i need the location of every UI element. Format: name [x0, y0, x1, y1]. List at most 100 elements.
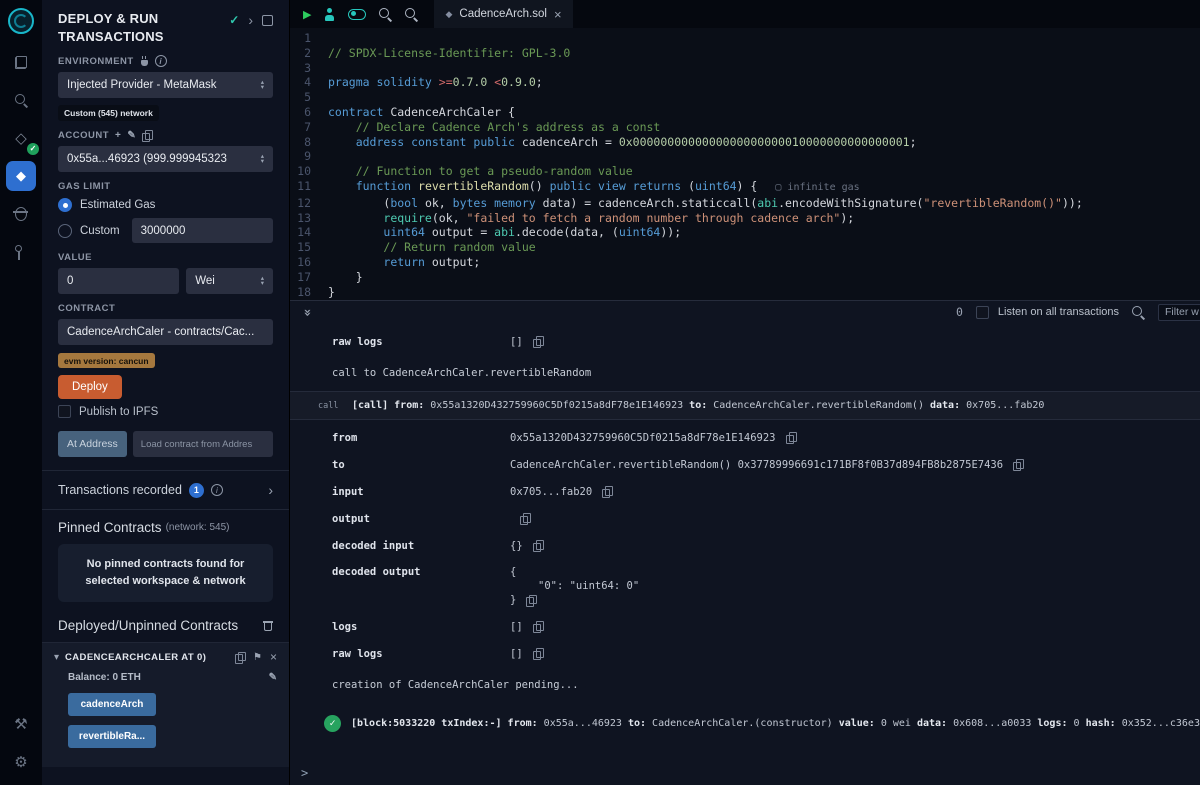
gas-custom-input[interactable]: 3000000	[132, 218, 273, 243]
line-number: 14	[290, 225, 328, 240]
terminal-row-kvblock: decoded output{"0": "uint64: 0"}	[332, 559, 1200, 613]
publish-ipfs-option[interactable]: Publish to IPFS	[58, 405, 273, 418]
value-unit-select[interactable]: Wei ▴▾	[186, 268, 273, 294]
code-line: 13 require(ok, "failed to fetch a random…	[290, 211, 1200, 226]
gas-custom-option[interactable]: Custom 3000000	[58, 218, 273, 243]
line-number: 16	[290, 255, 328, 270]
copy-icon[interactable]	[533, 540, 543, 551]
radio-selected-icon[interactable]	[58, 198, 72, 212]
deploy-run-icon[interactable]: ◆	[6, 161, 36, 191]
copy-account-icon[interactable]	[142, 130, 152, 141]
plug-icon[interactable]	[140, 56, 149, 66]
zoom-in-icon[interactable]	[405, 8, 418, 21]
pin-icon[interactable]: ⚑	[253, 652, 262, 663]
contract-select[interactable]: CadenceArchCaler - contracts/Cac...	[58, 319, 273, 345]
terminal-key: input	[332, 486, 510, 498]
transactions-recorded-row[interactable]: Transactions recorded 1 i ›	[58, 471, 273, 509]
code-text: uint64 output = abi.decode(data, (uint64…	[328, 225, 681, 240]
trash-icon[interactable]	[263, 620, 273, 631]
account-select[interactable]: 0x55a...46923 (999.999945323 ▴▾	[58, 146, 273, 172]
radio-unselected-icon[interactable]	[58, 224, 72, 238]
code-text: }	[328, 270, 363, 285]
value-input[interactable]: 0	[58, 268, 179, 294]
terminal-filter-input[interactable]	[1158, 304, 1200, 321]
contract-label: CONTRACT	[58, 303, 115, 314]
terminal-row-block[interactable]: ✓[block:5033220 txIndex:-] from: 0x55a..…	[324, 715, 1200, 732]
terminal-prompt[interactable]: >	[301, 766, 308, 780]
panel-check-icon: ✓	[229, 13, 239, 27]
terminal-key: from	[332, 432, 510, 444]
copy-icon[interactable]	[786, 432, 796, 443]
solidity-compiler-icon[interactable]: ◇✓	[6, 123, 36, 153]
terminal-message: call to CadenceArchCaler.revertibleRando…	[332, 367, 591, 379]
search-icon[interactable]	[6, 85, 36, 115]
plugin-manager-icon[interactable]	[6, 237, 36, 267]
settings-icon[interactable]: ⚙	[6, 747, 36, 777]
tab-close-icon[interactable]: ×	[554, 8, 562, 21]
copy-icon[interactable]	[533, 621, 543, 632]
terminal-row-kv: input0x705...fab20	[332, 478, 1200, 505]
tab-cadencearch-sol[interactable]: ◆ CadenceArch.sol ×	[434, 0, 572, 28]
copy-icon[interactable]	[533, 648, 543, 659]
deploy-button[interactable]: Deploy	[58, 375, 122, 399]
remix-logo[interactable]	[8, 8, 34, 34]
line-number: 8	[290, 135, 328, 150]
environment-select[interactable]: Injected Provider - MetaMask ▴▾	[58, 72, 273, 98]
terminal-search-icon[interactable]	[1132, 306, 1145, 319]
remix-ide-window: ◇✓ ◆ ⚒ ⚙ DEPLOY & RUN TRANSACTIONS ✓ › E…	[0, 0, 1200, 785]
gas-estimated-option[interactable]: Estimated Gas	[58, 198, 273, 212]
zoom-out-icon[interactable]	[379, 8, 392, 21]
transactions-info-icon[interactable]: i	[211, 484, 223, 496]
terminal-value: []	[510, 648, 523, 660]
code-text: contract CadenceArchCaler {	[328, 105, 515, 120]
listen-checkbox[interactable]	[976, 306, 989, 319]
activity-bar: ◇✓ ◆ ⚒ ⚙	[0, 0, 42, 785]
balance-label: Balance: 0 ETH	[68, 672, 141, 683]
terminal-value-line: {	[510, 565, 639, 579]
listen-label: Listen on all transactions	[998, 306, 1119, 318]
value-unit: Wei	[195, 275, 255, 287]
file-explorer-icon[interactable]	[6, 47, 36, 77]
copy-icon[interactable]	[520, 513, 530, 524]
panel-forward-icon[interactable]: ›	[248, 13, 253, 27]
code-text: function revertibleRandom() public view …	[328, 179, 860, 196]
ipfs-checkbox[interactable]	[58, 405, 71, 418]
pin-panel-icon[interactable]	[262, 15, 273, 26]
cadencearch-function-button[interactable]: cadenceArch	[68, 693, 156, 716]
line-number: 4	[290, 75, 328, 90]
preview-toggle-icon[interactable]	[348, 9, 366, 20]
terminal-value: 0x705...fab20	[510, 486, 592, 498]
terminal-row-call[interactable]: call[call] from: 0x55a1320D432759960C5Df…	[290, 391, 1200, 420]
terminal-value: 0x55a1320D432759960C5Df0215a8dF78e1E1469…	[510, 432, 776, 444]
terminal-key: raw logs	[332, 648, 510, 660]
chevron-down-icon[interactable]: ▾	[54, 652, 59, 663]
bug-icon	[15, 207, 27, 221]
terminal-log: raw logs[] call to CadenceArchCaler.rever…	[290, 323, 1200, 732]
copy-icon[interactable]	[533, 336, 543, 347]
environment-info-icon[interactable]: i	[155, 55, 167, 67]
copy-icon[interactable]	[602, 486, 612, 497]
code-editor[interactable]: 12// SPDX-License-Identifier: GPL-3.034p…	[290, 28, 1200, 300]
chevron-right-icon[interactable]: ›	[268, 482, 273, 498]
copy-icon[interactable]	[526, 595, 536, 606]
run-script-icon[interactable]: ▶	[303, 8, 311, 21]
tools-icon[interactable]: ⚒	[6, 709, 36, 739]
copy-icon[interactable]	[1013, 459, 1023, 470]
at-address-input[interactable]	[133, 431, 273, 457]
terminal-row-kv: decoded input{}	[332, 532, 1200, 559]
terminal-value: CadenceArchCaler.revertibleRandom() 0x37…	[510, 459, 1003, 471]
edit-account-icon[interactable]: ✎	[127, 130, 136, 141]
at-address-button[interactable]: At Address	[58, 431, 127, 457]
revertiblerandom-function-button[interactable]: revertibleRa...	[68, 725, 156, 748]
transaction-summary: [call] from: 0x55a1320D432759960C5Df0215…	[352, 400, 1044, 411]
chevron-updown-icon: ▴▾	[261, 154, 264, 164]
copy-address-icon[interactable]	[235, 652, 245, 663]
terminal-row-kv: toCadenceArchCaler.revertibleRandom() 0x…	[332, 451, 1200, 478]
code-line: 6contract CadenceArchCaler {	[290, 105, 1200, 120]
close-icon[interactable]: ×	[270, 651, 277, 663]
add-account-icon[interactable]: +	[115, 131, 121, 141]
debugger-icon[interactable]	[6, 199, 36, 229]
edit-balance-icon[interactable]: ✎	[269, 672, 277, 683]
collapse-terminal-icon[interactable]: »	[299, 308, 314, 316]
assistant-icon[interactable]	[324, 8, 335, 21]
